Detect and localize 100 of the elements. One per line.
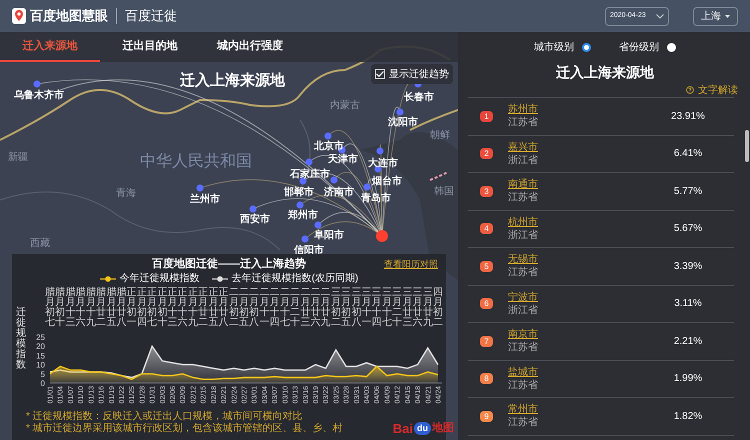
- lunar-date-label: 正月十九: [188, 287, 198, 328]
- city-label: 天津市: [328, 154, 358, 166]
- city-label: 大连市: [368, 158, 398, 170]
- lunar-date-label: 二月十四: [270, 287, 280, 328]
- lunar-date-label: 二月初五: [239, 287, 249, 328]
- share-value: 5.77%: [672, 184, 704, 199]
- text-explanation-link[interactable]: 文字解读: [698, 82, 738, 98]
- tab[interactable]: 迁入来源地: [0, 32, 100, 62]
- region-label: 内蒙古: [330, 98, 360, 113]
- lunar-date-label: 正月廿八: [218, 287, 229, 328]
- city-link[interactable]: 苏州市: [508, 103, 538, 116]
- city-label: 郑州市: [288, 210, 318, 222]
- share-value: 3.11%: [673, 297, 703, 312]
- province-label: 江苏省: [508, 341, 538, 354]
- rank-badge: 3: [480, 186, 493, 197]
- lunar-date-label: 三月初五: [341, 287, 352, 328]
- city-label: 阜阳市: [314, 230, 344, 242]
- ranking-title: 迁入上海来源地: [555, 63, 655, 82]
- lunar-date-label: 腊月十九: [86, 287, 96, 328]
- city-link[interactable]: 盐城市: [508, 366, 538, 379]
- city-label: 邯郸市: [284, 187, 314, 199]
- footnote: * 迁徙规模指数：反映迁入或迁出人口规模，城市间可横向对比: [26, 411, 303, 422]
- province-label: 浙江省: [508, 228, 538, 242]
- lunar-date-label: 二月初二: [228, 287, 239, 328]
- tab[interactable]: 城内出行强度: [200, 32, 300, 62]
- lunar-date-label: 腊月十六: [76, 287, 86, 328]
- province-label: 浙江省: [508, 304, 538, 317]
- city-label: 石家庄市: [290, 169, 330, 181]
- lunar-date-label: 三月十七: [382, 287, 392, 328]
- map-pin-logo-icon: [12, 8, 26, 24]
- radio-button[interactable]: [582, 42, 591, 52]
- lunar-date-label: 正月廿二: [198, 287, 208, 328]
- share-value: 2.21%: [672, 334, 704, 349]
- city-link[interactable]: 杭州市: [508, 216, 538, 229]
- level-radio[interactable]: 省份级别: [619, 40, 676, 54]
- region-label: 韩国: [434, 184, 454, 199]
- caret-down-icon: [725, 14, 730, 18]
- rank-badge: 9: [480, 410, 493, 422]
- chart-title: 百度地图迁徙——迁入上海趋势: [152, 256, 306, 272]
- lunar-date-label: 正月初十: [157, 287, 168, 328]
- level-radio[interactable]: 城市级别: [534, 40, 591, 54]
- lunar-date-label: 三月二十: [392, 287, 402, 328]
- legend-marker-icon: [100, 276, 116, 282]
- map-logo: Bai du 地图: [392, 420, 454, 438]
- city-link[interactable]: 南通市: [508, 178, 538, 192]
- help-icon: [686, 86, 694, 94]
- city-label: 兰州市: [190, 194, 220, 206]
- lunar-date-label: 二月十一: [259, 287, 270, 328]
- y-tick-label: 5: [40, 370, 45, 379]
- map-title: 迁入上海来源地: [180, 71, 285, 91]
- share-value: 1.82%: [672, 410, 704, 424]
- lunar-date-label: 三月廿六: [412, 287, 423, 328]
- trend-toggle[interactable]: 显示迁徙趋势: [371, 64, 453, 84]
- share-value: 5.67%: [672, 222, 704, 236]
- city-label: 青岛市: [361, 193, 391, 205]
- tab[interactable]: 迁出目的地: [100, 32, 200, 62]
- city-label: 乌鲁木齐市: [14, 90, 64, 102]
- province-label: 江苏省: [508, 116, 538, 130]
- city-label: 沈阳市: [388, 117, 418, 129]
- radio-button[interactable]: [667, 42, 676, 52]
- rank-badge: 1: [480, 110, 493, 122]
- share-value: 23.91%: [670, 110, 706, 124]
- app-title: 百度迁徙: [125, 7, 177, 26]
- axis-label: 迁徙规模指数: [16, 307, 26, 370]
- check-icon: [376, 71, 384, 77]
- city-link[interactable]: 宁波市: [508, 290, 538, 304]
- city-label: 西安市: [240, 214, 270, 226]
- chevron-down-icon: [656, 14, 664, 18]
- city-select[interactable]: 上海: [693, 6, 738, 26]
- city-label: 北京市: [314, 141, 344, 153]
- share-value: 1.99%: [672, 372, 704, 386]
- y-tick-label: 0: [40, 379, 45, 388]
- lunar-date-label: 二月二十: [290, 287, 300, 328]
- city-link[interactable]: 嘉兴市: [508, 140, 538, 154]
- footnote: * 城市迁徙边界采用该城市行政区划，包含该城市管辖的区、县、乡、村: [26, 423, 343, 435]
- checkbox[interactable]: [375, 69, 385, 79]
- lunar-date-label: 三月初八: [351, 287, 362, 328]
- lunar-date-label: 正月十三: [168, 287, 178, 328]
- city-link[interactable]: 无锡市: [508, 253, 538, 266]
- lunar-date-label: 二月廿六: [310, 287, 320, 328]
- calendar-link[interactable]: 查看阳历对照: [384, 258, 438, 272]
- share-value: 6.41%: [672, 147, 704, 162]
- rank-badge: 8: [480, 373, 493, 384]
- city-link[interactable]: 南京市: [508, 328, 538, 342]
- city-link[interactable]: 常州市: [508, 403, 538, 416]
- rank-badge: 6: [480, 298, 493, 310]
- lunar-date-label: 三月廿三: [402, 287, 412, 328]
- rank-badge: 2: [480, 148, 493, 160]
- rank-badge: 4: [480, 223, 493, 234]
- y-tick-label: 20: [36, 342, 45, 352]
- lunar-date-label: 腊月廿二: [96, 287, 106, 328]
- country-label: 中华人民共和国: [140, 152, 252, 172]
- region-label: 青海: [116, 186, 136, 201]
- lunar-date-label: 二月十七: [280, 287, 290, 328]
- city-label: 长春市: [404, 92, 434, 104]
- region-label: 朝鲜: [430, 128, 450, 143]
- y-tick-label: 25: [36, 333, 45, 342]
- share-value: 3.39%: [672, 260, 704, 274]
- lunar-date-label: 三月十一: [362, 287, 372, 328]
- brand-logo-text: 百度地图慧眼: [30, 7, 108, 26]
